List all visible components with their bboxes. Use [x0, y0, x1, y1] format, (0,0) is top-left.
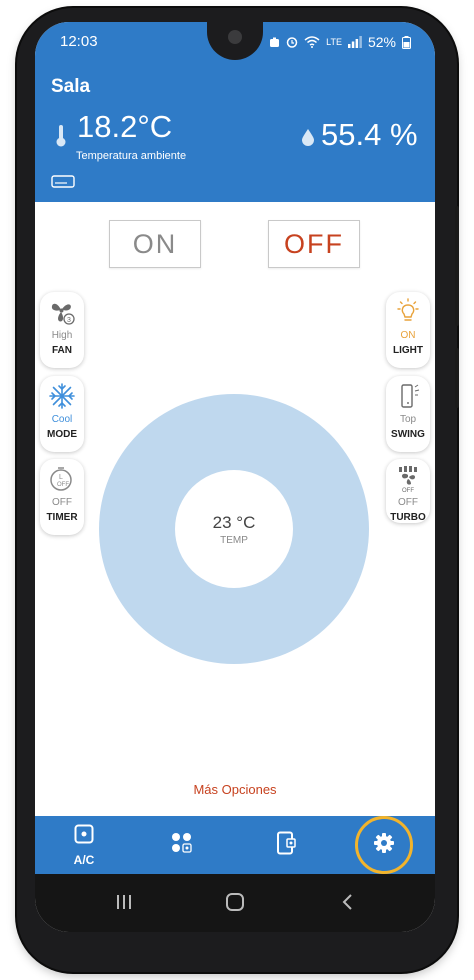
nav-ac-label: A/C — [73, 852, 95, 867]
ac-unit-small-icon — [51, 174, 75, 195]
svg-text:OFF: OFF — [402, 488, 414, 493]
more-options-link[interactable]: Más Opciones — [35, 782, 435, 797]
turbo-label: TURBO — [390, 512, 426, 523]
front-camera-icon — [228, 30, 242, 44]
alarm-icon — [286, 36, 298, 48]
temperature-dial[interactable]: 23 °C TEMP — [99, 394, 369, 664]
fan-control[interactable]: 3 High FAN — [40, 292, 84, 368]
power-on-button[interactable]: ON — [109, 220, 201, 268]
nav-ac[interactable]: A/C — [61, 816, 107, 874]
lte-icon: LTE — [326, 37, 342, 47]
room-header: Sala 18.2°C Temperatura ambiente 55.4 % — [35, 62, 435, 202]
humidity-drop-icon — [301, 128, 315, 151]
swing-control[interactable]: Top SWING — [386, 376, 430, 452]
swing-icon — [394, 382, 422, 410]
mode-value: Cool — [51, 414, 73, 425]
back-icon[interactable] — [340, 892, 354, 917]
thermometer-icon — [55, 124, 67, 153]
svg-text:L: L — [59, 474, 63, 481]
timer-value: OFF — [52, 497, 72, 508]
recent-apps-icon[interactable] — [115, 892, 133, 917]
battery-percent: 52% — [367, 34, 396, 50]
timer-label: TIMER — [46, 512, 78, 523]
fan-label: FAN — [52, 345, 72, 356]
power-off-button[interactable]: OFF — [268, 220, 360, 268]
timer-control[interactable]: L OFF OFF TIMER — [40, 459, 84, 535]
fan-icon: 3 — [48, 298, 76, 326]
turbo-value: OFF — [398, 497, 418, 508]
nav-scenes[interactable] — [159, 816, 205, 874]
swing-label: SWING — [391, 429, 425, 440]
svg-text:OFF: OFF — [57, 482, 69, 488]
volume-button — [455, 206, 459, 326]
system-navigation-bar — [35, 874, 435, 932]
ambient-humidity: 55.4 % — [321, 117, 418, 152]
light-label: LIGHT — [393, 345, 423, 356]
svg-text:3: 3 — [67, 317, 71, 324]
swing-value: Top — [399, 414, 417, 425]
ambient-temperature-label: Temperatura ambiente — [76, 150, 187, 162]
bottom-navigation: A/C — [35, 816, 435, 874]
device-icon — [275, 831, 297, 860]
timer-icon: L OFF — [48, 465, 76, 493]
notification-icon — [269, 37, 280, 48]
room-title: Sala — [51, 76, 91, 97]
battery-icon — [402, 35, 411, 49]
power-side-button — [455, 348, 459, 408]
phone-screen: 12:03 LTE 52% Sala 18.2°C Temperatura am… — [35, 22, 435, 932]
snowflake-icon — [48, 382, 76, 410]
signal-icon — [347, 36, 362, 48]
lightbulb-icon — [394, 298, 422, 326]
set-temperature: 23 °C — [212, 512, 256, 532]
status-time: 12:03 — [60, 33, 98, 50]
turbo-icon: OFF — [394, 465, 422, 493]
scenes-icon — [170, 831, 194, 860]
light-control[interactable]: ON LIGHT — [386, 292, 430, 368]
home-icon[interactable] — [225, 892, 245, 917]
temperature-dial-center: 23 °C TEMP — [175, 470, 293, 588]
wifi-icon — [304, 36, 320, 48]
fan-value: High — [51, 330, 73, 341]
light-value: ON — [400, 330, 416, 341]
set-temperature-label: TEMP — [220, 534, 248, 546]
nav-device[interactable] — [263, 816, 309, 874]
mode-label: MODE — [47, 429, 77, 440]
mode-control[interactable]: Cool MODE — [40, 376, 84, 452]
settings-highlight-ring — [355, 816, 413, 874]
turbo-control[interactable]: OFF OFF TURBO — [386, 459, 430, 523]
ambient-temperature: 18.2°C — [77, 109, 173, 144]
ac-unit-icon — [74, 824, 94, 849]
status-icons: LTE 52% — [269, 34, 411, 50]
